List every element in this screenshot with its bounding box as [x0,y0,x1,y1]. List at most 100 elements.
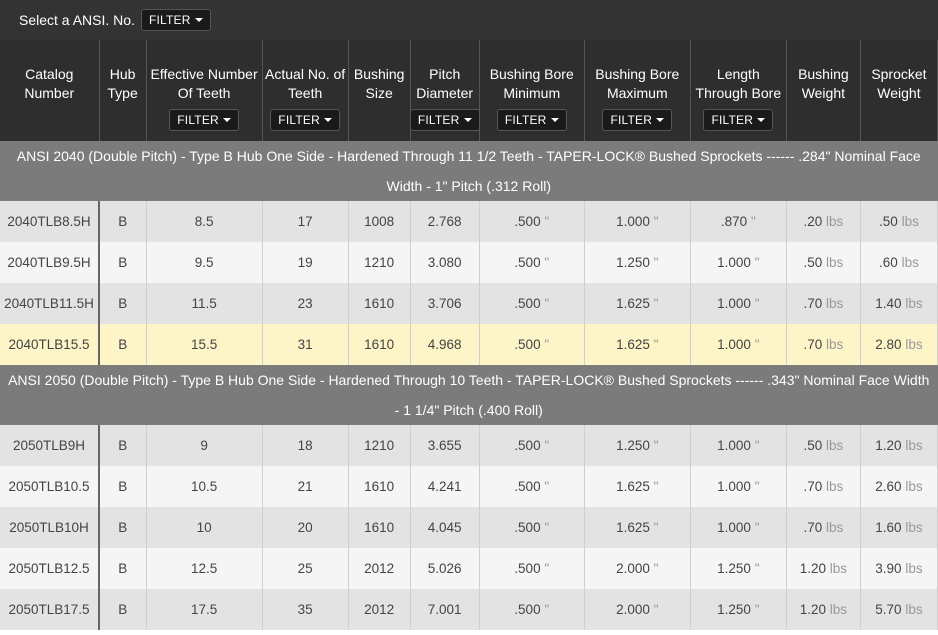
unit-lbs: lbs [826,255,844,270]
cell-value: 21 [297,479,313,494]
table-cell: 1.250 " [690,548,787,589]
cell-value: 4.241 [427,479,462,494]
table-cell: 4.968 [410,324,480,365]
column-filter-button[interactable]: FILTER [602,109,673,131]
unit-inch: " [653,255,659,270]
table-cell: .70 lbs [786,466,861,507]
table-cell: B [99,425,147,466]
cell-value: 18 [297,438,313,453]
column-header: Length Through Bore FILTER [690,40,787,141]
table-cell: 1.000 " [690,324,787,365]
column-header-content: Length Through Bore FILTER [693,40,784,131]
cell-value: 1.60 [875,520,902,535]
table-cell: .500 " [479,324,585,365]
table-row[interactable]: 2050TLB9H B 9 18 1210 3.655.500 " 1.250 " 1.000… [0,425,938,466]
column-header-label: Actual No. of Teeth [265,66,346,101]
column-header: Effective Number Of Teeth FILTER [146,40,263,141]
column-header-label: Pitch Diameter [416,66,474,101]
cell-value: 1.250 [717,602,751,617]
cell-value: 11.5 [191,296,217,311]
table-cell: 10 [146,507,263,548]
table-cell: 2.000 " [584,548,691,589]
cell-value: 2040TLB11.5H [4,296,94,311]
table-cell: 1.250 " [690,589,787,630]
table-cell: 1.000 " [690,283,787,324]
unit-inch: " [653,214,659,229]
table-cell: 1.40 lbs [860,283,938,324]
cell-value: 9.5 [194,255,214,270]
filter-button-label: FILTER [417,112,460,127]
table-cell: B [99,589,147,630]
table-cell: 1.20 lbs [786,548,861,589]
table-row[interactable]: 2050TLB10.5 B 10.5 21 1610 4.241.500 " 1.625 "… [0,466,938,507]
unit-inch: " [653,296,659,311]
ansi-select-label: Select a ANSI. No. [19,12,135,28]
table-cell: 31 [262,324,349,365]
table-cell: .500 " [479,466,585,507]
table-cell: 1.000 " [690,425,787,466]
cell-value: 2.000 [616,561,650,576]
cell-value: 4.968 [427,337,462,352]
column-filter-button[interactable]: FILTER [496,109,567,131]
unit-inch: " [544,255,550,270]
unit-lbs: lbs [905,296,923,311]
cell-value: 25 [297,561,313,576]
column-header-content: Pitch Diameter FILTER [409,40,480,131]
table-cell: 2050TLB9H [0,425,101,466]
column-filter-button[interactable]: FILTER [703,109,774,131]
unit-inch: " [653,337,659,352]
cell-value: 1.000 [717,438,751,453]
unit-lbs: lbs [826,479,844,494]
cell-value: B [118,296,128,311]
table-cell: 12.5 [146,548,263,589]
table-cell: 2.80 lbs [860,324,938,365]
table-body: ANSI 2040 (Double Pitch) - Type B Hub On… [0,141,938,630]
table-row[interactable]: 2040TLB11.5H B 11.5 23 1610 3.706.500 " 1.625 … [0,283,938,324]
column-filter-button[interactable]: FILTER [169,109,239,131]
cell-value: 1.20 [799,561,826,576]
table-cell: 11.5 [146,283,263,324]
cell-value: B [118,520,128,535]
table-cell: 3.706 [410,283,480,324]
unit-inch: " [544,479,550,494]
filter-button-label: FILTER [610,112,653,127]
column-filter-button[interactable]: FILTER [270,109,340,131]
cell-value: 2050TLB9H [12,438,86,453]
cell-value: 1.000 [717,255,751,270]
cell-value: 1.000 [717,337,751,352]
column-filter-button[interactable]: FILTER [409,109,480,131]
cell-value: B [118,479,128,494]
table-cell: B [99,201,147,242]
ansi-filter-button[interactable]: FILTER [140,9,211,31]
cell-value: 5.026 [427,561,462,576]
table-cell: 1.625 " [584,283,691,324]
table-cell: B [99,283,147,324]
table-cell: .500 " [479,507,585,548]
unit-lbs: lbs [826,438,844,453]
cell-value: .500 [514,479,541,494]
cell-value: 8.5 [194,214,214,229]
cell-value: 12.5 [190,561,218,576]
table-cell: B [99,242,147,283]
cell-value: 17.5 [190,602,218,617]
column-header-label: Effective Number Of Teeth [150,66,258,101]
table-cell: B [99,507,147,548]
table-row[interactable]: 2040TLB9.5H B 9.5 19 1210 3.080.500 " 1.250 " 1… [0,242,938,283]
column-header: Bushing Weight [786,40,861,141]
table-cell: 1.000 " [690,466,787,507]
cell-value: 2040TLB15.5 [8,337,90,352]
cell-value: .500 [514,296,541,311]
unit-lbs: lbs [826,337,844,352]
column-header: Bushing Bore Maximum FILTER [584,40,691,141]
table-row[interactable]: 2040TLB15.5 B 15.5 31 1610 4.968.500 " 1.625 "… [0,324,938,365]
table-row[interactable]: 2050TLB17.5 B 17.5 35 2012 7.001.500 " 2.000 "… [0,589,938,630]
cell-value: 1.625 [616,337,650,352]
cell-value: 1.250 [616,255,650,270]
table-cell: 1.20 lbs [786,589,861,630]
unit-inch: " [754,479,760,494]
table-row[interactable]: 2050TLB12.5 B 12.5 25 2012 5.026.500 " 2.000 "… [0,548,938,589]
table-row[interactable]: 2040TLB8.5H B 8.5 17 1008 2.768.500 " 1.000 ".… [0,201,938,242]
unit-inch: " [653,561,659,576]
table-row[interactable]: 2050TLB10H B 10 20 1610 4.045.500 " 1.625 " 1.0… [0,507,938,548]
table-cell: 2050TLB12.5 [0,548,101,589]
